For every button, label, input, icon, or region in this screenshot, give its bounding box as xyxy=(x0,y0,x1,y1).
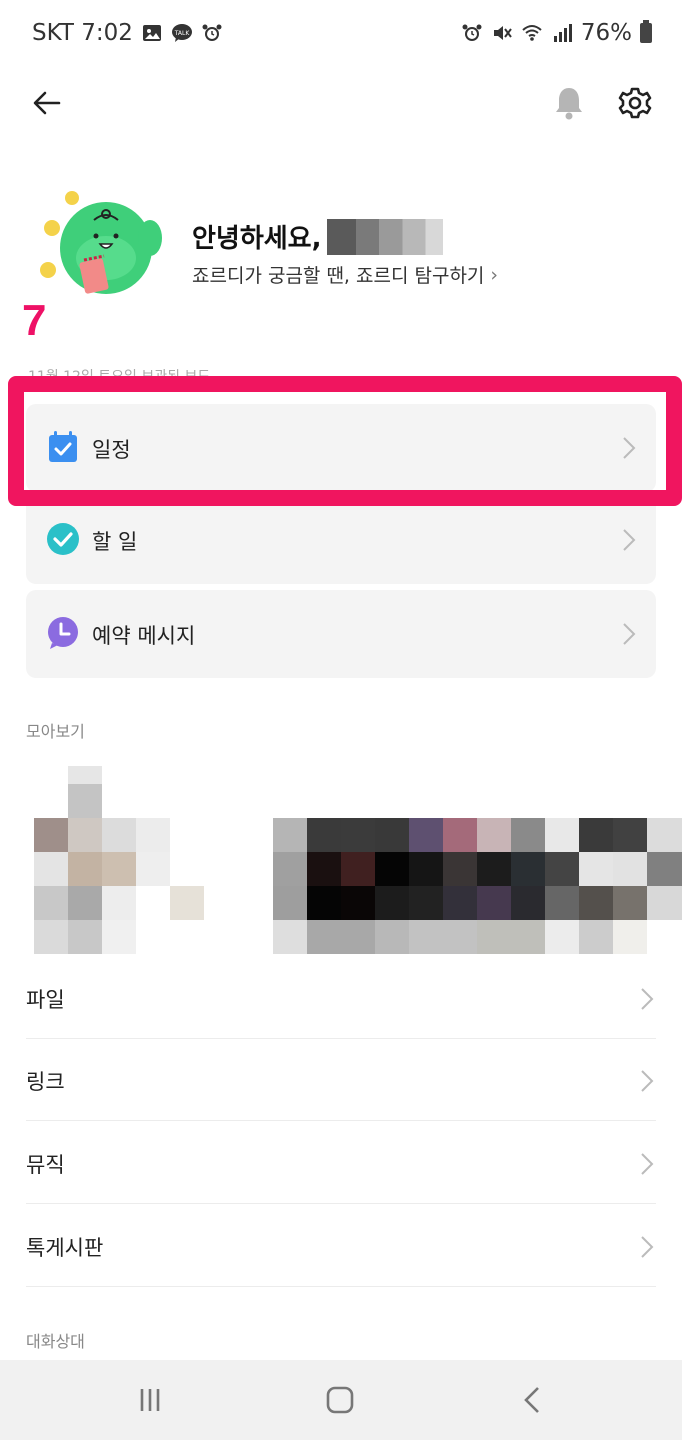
list-item-files[interactable]: 파일 xyxy=(26,957,656,1039)
jordy-explore-link[interactable]: 죠르디가 궁금할 땐, 죠르디 탐구하기 › xyxy=(192,261,498,288)
chevron-right-icon xyxy=(641,1153,654,1175)
card-scheduled-message[interactable]: 예약 메시지 xyxy=(26,590,656,678)
alarm-icon xyxy=(202,24,222,41)
chevron-right-icon xyxy=(641,988,654,1010)
status-bar: SKT 7:02 TALK 76% xyxy=(0,0,682,68)
signal-icon xyxy=(553,24,572,42)
status-right: 76% xyxy=(461,20,652,46)
top-bar xyxy=(0,70,682,136)
nav-back-button[interactable] xyxy=(512,1380,552,1420)
chevron-right-icon xyxy=(641,1236,654,1258)
list-label: 뮤직 xyxy=(26,1153,65,1177)
svg-text:TALK: TALK xyxy=(174,30,191,37)
chevron-right-icon xyxy=(641,1070,654,1092)
bell-icon xyxy=(556,88,582,120)
list-item-board[interactable]: 톡게시판 xyxy=(26,1205,656,1287)
system-nav-bar xyxy=(0,1360,682,1440)
chevron-right-icon: › xyxy=(490,263,499,286)
arrow-left-icon xyxy=(33,91,61,115)
battery-percent: 76% xyxy=(580,20,632,46)
greeting-text: 안녕하세요, xyxy=(192,224,322,254)
contacts-label: 대화상대 xyxy=(26,1332,85,1351)
image-icon xyxy=(142,25,161,41)
card-label: 할 일 xyxy=(92,530,138,554)
subtitle-text: 죠르디가 궁금할 땐, 죠르디 탐구하기 xyxy=(192,265,485,287)
gallery-label: 모아보기 xyxy=(26,722,85,741)
jordy-character-icon xyxy=(40,191,162,294)
talk-icon: TALK xyxy=(171,24,192,42)
step-number: 7 xyxy=(22,296,47,345)
home-icon xyxy=(326,1386,354,1414)
card-label: 예약 메시지 xyxy=(92,624,196,648)
notification-button[interactable] xyxy=(548,82,590,124)
clock-bubble-icon xyxy=(46,616,80,650)
list-label: 톡게시판 xyxy=(26,1236,104,1260)
chevron-right-icon xyxy=(623,529,636,551)
gear-icon xyxy=(618,87,652,119)
mute-icon xyxy=(493,26,512,40)
avatar[interactable] xyxy=(38,186,168,296)
settings-button[interactable] xyxy=(614,82,656,124)
greeting: 안녕하세요, xyxy=(192,218,444,255)
status-left: SKT 7:02 TALK xyxy=(32,20,223,46)
media-gallery[interactable] xyxy=(0,766,682,956)
list-item-links[interactable]: 링크 xyxy=(26,1039,656,1121)
card-todo[interactable]: 할 일 xyxy=(26,496,656,584)
blurred-username xyxy=(327,218,444,255)
list-item-music[interactable]: 뮤직 xyxy=(26,1122,656,1204)
battery-icon xyxy=(640,20,652,43)
recents-icon xyxy=(140,1389,160,1411)
highlight-box xyxy=(8,376,682,506)
list-label: 파일 xyxy=(26,988,65,1012)
alarm-icon xyxy=(462,24,482,41)
wifi-icon xyxy=(522,25,542,41)
list-label: 링크 xyxy=(26,1070,65,1094)
back-button[interactable] xyxy=(26,82,68,124)
chevron-right-icon xyxy=(623,623,636,645)
carrier-time: SKT 7:02 xyxy=(32,20,133,46)
nav-back-icon xyxy=(524,1387,539,1413)
check-circle-icon xyxy=(46,522,80,556)
home-button[interactable] xyxy=(320,1380,360,1420)
recents-button[interactable] xyxy=(130,1380,170,1420)
